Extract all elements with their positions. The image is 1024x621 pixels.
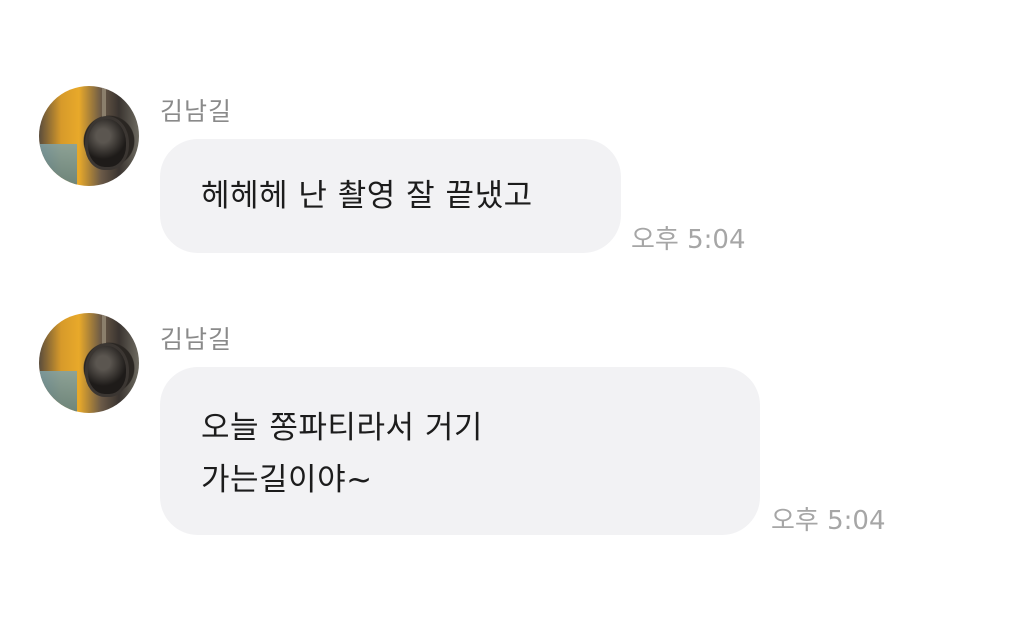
message-text-line: 오늘 쫑파티라서 거기 (201, 410, 483, 446)
avatar[interactable] (39, 86, 139, 186)
background-graphic (39, 371, 77, 413)
message-text-line: 가는길이야~ (201, 462, 373, 498)
message-timestamp: 오후 5:04 (771, 506, 886, 536)
message-text: 헤헤헤 난 촬영 잘 끝냈고 (201, 178, 533, 214)
sender-name: 김남길 (160, 97, 233, 126)
message-bubble[interactable]: 오늘 쫑파티라서 거기 가는길이야~ (160, 367, 760, 535)
microphone-graphic (85, 343, 129, 397)
microphone-graphic (85, 116, 129, 170)
message-bubble[interactable]: 헤헤헤 난 촬영 잘 끝냈고 (160, 139, 621, 253)
sender-name: 김남길 (160, 325, 233, 354)
avatar[interactable] (39, 313, 139, 413)
mic-stand-graphic (102, 313, 106, 347)
message-timestamp: 오후 5:04 (631, 225, 746, 255)
background-graphic (39, 144, 77, 186)
chat-view: 김남길 헤헤헤 난 촬영 잘 끝냈고 오후 5:04 김남길 오늘 쫑파티라서 … (0, 0, 1024, 621)
mic-stand-graphic (102, 86, 106, 120)
